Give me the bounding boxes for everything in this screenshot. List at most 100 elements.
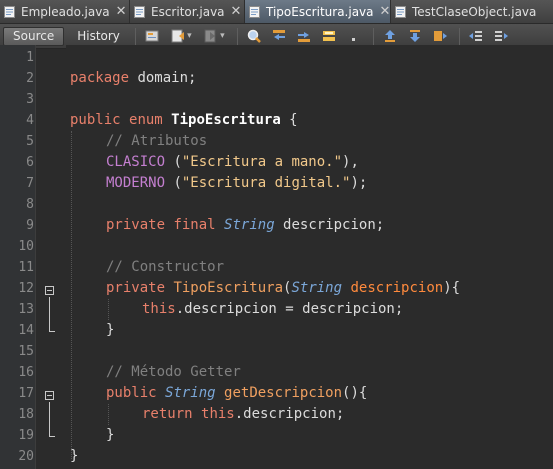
tab-testclaseobject[interactable]: TestClaseObject.java — [391, 0, 553, 23]
forward-nav-icon — [204, 29, 216, 43]
code-line: this.descripcion = descripcion; — [142, 299, 403, 320]
source-view-button[interactable]: Source — [3, 26, 65, 46]
code-text: } — [106, 322, 115, 338]
toggle-bookmark-icon — [433, 31, 447, 41]
toolbar-separator — [134, 27, 136, 45]
fold-range-line — [49, 402, 50, 436]
back-button[interactable] — [166, 26, 196, 46]
next-bookmark-button[interactable] — [404, 26, 426, 46]
close-icon[interactable]: ✕ — [380, 5, 390, 18]
code-line: MODERNO ("Escritura digital."); — [106, 173, 367, 194]
tab-tipoescritura[interactable]: TipoEscritura.java ✕ — [245, 0, 391, 23]
type-name: String — [224, 217, 275, 233]
code-line: private TipoEscritura(String descripcion… — [106, 278, 460, 299]
code-text: ( — [165, 154, 182, 170]
java-file-icon — [134, 5, 145, 18]
toggle-highlight-button[interactable] — [318, 26, 340, 46]
editor-tab-bar: Empleado.java ✕ Escritor.java ✕ TipoEscr… — [0, 0, 553, 24]
keyword: public — [106, 385, 157, 401]
code-editor[interactable]: 1 2 3 4 5 6 7 8 9 10 11 12 13 14 15 16 1… — [0, 45, 553, 469]
line-number: 7 — [26, 176, 34, 191]
line-number: 13 — [18, 302, 34, 317]
line-number-gutter: 1 2 3 4 5 6 7 8 9 10 11 12 13 14 15 16 1… — [0, 45, 36, 469]
code-line: CLASICO ("Escritura a mano."), — [106, 152, 359, 173]
class-name: TipoEscritura — [171, 112, 281, 128]
code-line: public String getDescripcion(){ — [106, 383, 367, 404]
rectangular-selection-icon — [351, 38, 355, 41]
indent-guide — [108, 404, 109, 425]
find-next-button[interactable] — [293, 26, 315, 46]
code-area[interactable]: package domain; public enum TipoEscritur… — [66, 45, 553, 469]
comment: // Método Getter — [106, 364, 241, 380]
previous-bookmark-button[interactable] — [379, 26, 401, 46]
history-view-button[interactable]: History — [67, 27, 130, 46]
line-number: 8 — [26, 197, 34, 212]
code-text: } — [106, 427, 115, 443]
code-line: // Constructor — [106, 257, 224, 278]
fold-range-line — [49, 297, 50, 331]
last-edit-icon — [145, 30, 159, 42]
tab-label: TipoEscritura.java — [266, 4, 374, 19]
tab-escritor[interactable]: Escritor.java ✕ — [130, 0, 245, 23]
string-literal: "Escritura digital." — [181, 175, 351, 191]
shift-left-button[interactable] — [465, 26, 487, 46]
code-text: .descripcion = descripcion; — [175, 301, 404, 317]
toggle-bookmark-button[interactable] — [429, 26, 451, 46]
line-number: 3 — [26, 92, 34, 107]
code-text: ){ — [443, 280, 461, 296]
back-nav-icon — [171, 29, 185, 43]
keyword: this — [142, 301, 176, 317]
parameter-name: descripcion — [350, 280, 444, 296]
line-number: 17 — [18, 386, 34, 401]
fold-end-mark — [49, 436, 55, 437]
fold-end-mark — [49, 331, 55, 332]
code-line: return this.descripcion; — [142, 404, 344, 425]
type-name: String — [165, 385, 216, 401]
toolbar-separator — [458, 27, 460, 45]
java-file-icon — [249, 5, 260, 18]
keyword: package — [70, 70, 130, 86]
fold-collapse-icon[interactable] — [45, 391, 54, 400]
find-button[interactable] — [243, 26, 265, 46]
next-bookmark-icon — [409, 30, 420, 42]
code-line: public enum TipoEscritura { — [70, 110, 298, 131]
fold-collapse-icon[interactable] — [45, 286, 54, 295]
previous-bookmark-icon — [384, 30, 395, 42]
code-line: } — [106, 425, 114, 446]
string-literal: "Escritura a mano." — [181, 154, 343, 170]
comment: // Atributos — [106, 133, 208, 149]
code-line: package domain; — [70, 68, 196, 89]
shift-right-icon — [494, 31, 508, 41]
close-icon[interactable]: ✕ — [116, 5, 127, 18]
find-icon — [247, 29, 261, 43]
keyword: private — [106, 280, 166, 296]
find-previous-button[interactable] — [268, 26, 290, 46]
tab-label: Escritor.java — [151, 4, 225, 19]
forward-button[interactable] — [199, 26, 229, 46]
line-number: 9 — [26, 218, 34, 233]
java-file-icon — [395, 5, 406, 18]
close-icon[interactable]: ✕ — [231, 5, 242, 18]
shift-right-button[interactable] — [490, 26, 512, 46]
line-number: 12 — [18, 281, 34, 296]
last-edit-button[interactable] — [141, 26, 163, 46]
code-text: ); — [350, 175, 368, 191]
shift-left-icon — [468, 31, 482, 41]
code-text: ), — [342, 154, 359, 170]
line-number: 1 — [26, 50, 34, 65]
keyword: this — [201, 406, 235, 422]
tab-label: Empleado.java — [21, 4, 110, 19]
line-number: 16 — [18, 365, 34, 380]
line-number: 15 — [18, 344, 34, 359]
code-text: } — [70, 448, 79, 464]
keyword: private — [106, 217, 166, 233]
toolbar-separator — [372, 27, 374, 45]
rectangular-selection-button[interactable] — [343, 26, 365, 46]
toolbar-separator — [236, 27, 238, 45]
code-text: ( — [165, 175, 182, 191]
indent-guide — [108, 299, 109, 320]
tab-empleado[interactable]: Empleado.java ✕ — [0, 0, 130, 23]
line-number: 5 — [26, 134, 34, 149]
enum-constant: CLASICO — [106, 154, 166, 170]
enum-constant: MODERNO — [106, 175, 166, 191]
